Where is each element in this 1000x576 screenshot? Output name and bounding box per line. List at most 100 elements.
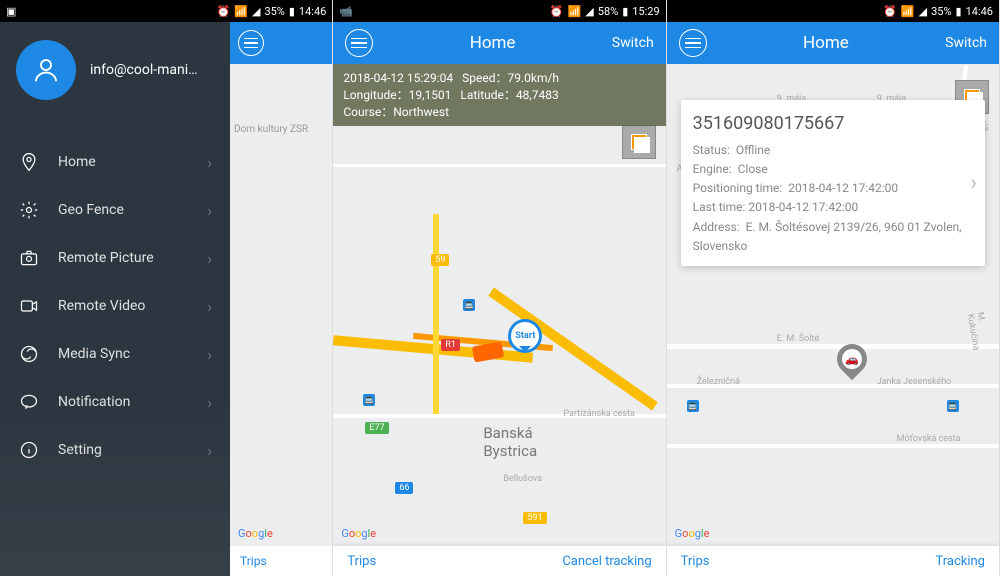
latitude-label: Latitude： xyxy=(460,88,516,102)
google-logo: Google xyxy=(675,527,710,540)
cancel-tracking-link[interactable]: Cancel tracking xyxy=(562,554,651,569)
menu-geofence[interactable]: Geo Fence › xyxy=(0,186,230,234)
car-icon: 🚗 xyxy=(842,349,862,369)
tracking-link[interactable]: Tracking xyxy=(935,554,985,569)
positioning-time-label: Positioning time: xyxy=(693,181,783,195)
page-title: Home xyxy=(470,33,516,53)
menu-icon[interactable] xyxy=(345,29,373,57)
map-peek[interactable]: Dom kultury ZSR Google xyxy=(230,64,332,546)
device-info-card[interactable]: 351609080175667 Status: Offline Engine: … xyxy=(681,100,985,266)
poi-label: Dom kultury ZSR xyxy=(234,124,308,135)
layers-button[interactable] xyxy=(622,125,656,159)
chevron-right-icon: › xyxy=(207,201,212,220)
street-label: Železničná xyxy=(697,377,740,387)
drawer-header[interactable]: info@cool-mani… xyxy=(0,22,230,118)
trips-link[interactable]: Trips xyxy=(347,554,376,569)
google-logo: Google xyxy=(341,527,376,540)
street-label: E. M. Šolté xyxy=(777,334,820,344)
app-header: Home Switch xyxy=(667,22,999,64)
menu-home[interactable]: Home › xyxy=(0,138,230,186)
latitude-value: 48,7483 xyxy=(516,88,559,102)
chevron-right-icon: › xyxy=(970,165,977,200)
timestamp: 2018-04-12 15:29:04 xyxy=(343,71,453,85)
longitude-label: Longitude： xyxy=(343,88,408,102)
image-icon: ▣ xyxy=(6,5,16,18)
trips-link[interactable]: Trips xyxy=(681,554,710,569)
switch-button[interactable]: Switch xyxy=(612,35,654,51)
alarm-icon: ⏰ xyxy=(883,5,897,18)
last-time-value: 2018-04-12 17:42:00 xyxy=(748,200,858,214)
avatar xyxy=(16,40,76,100)
route-badge: 591 xyxy=(523,512,546,524)
user-email: info@cool-mani… xyxy=(90,62,198,78)
status-value: Offline xyxy=(736,143,770,157)
bus-stop-icon: 🚍 xyxy=(947,400,959,412)
chevron-right-icon: › xyxy=(207,297,212,316)
clock: 15:29 xyxy=(632,5,659,18)
menu-label: Geo Fence xyxy=(58,202,207,218)
bus-stop-icon: 🚍 xyxy=(687,400,699,412)
device-id: 351609080175667 xyxy=(693,110,973,139)
menu-label: Remote Picture xyxy=(58,250,207,266)
clock: 14:46 xyxy=(299,5,326,18)
wifi-icon: 📶 xyxy=(901,5,915,18)
alarm-icon: ⏰ xyxy=(550,5,564,18)
page-title: Home xyxy=(803,33,849,53)
battery-icon: ▮ xyxy=(289,5,295,18)
speed-label: Speed： xyxy=(462,71,507,85)
wifi-icon: 📶 xyxy=(234,5,248,18)
route-badge: 66 xyxy=(395,482,413,494)
status-bar: ▣ ⏰ 📶 ◢ 35% ▮ 14:46 xyxy=(0,0,332,22)
wifi-icon: 📶 xyxy=(568,5,582,18)
menu-remote-video[interactable]: Remote Video › xyxy=(0,282,230,330)
menu-remote-picture[interactable]: Remote Picture › xyxy=(0,234,230,282)
signal-icon: ◢ xyxy=(252,5,260,18)
battery-percent: 58% xyxy=(598,5,618,18)
camera-icon: 📹 xyxy=(339,5,353,18)
engine-label: Engine: xyxy=(693,162,732,176)
route-badge: R1 xyxy=(441,339,460,351)
longitude-value: 19,1501 xyxy=(409,88,452,102)
layers-icon xyxy=(631,134,647,150)
street-label: M. Kukučína xyxy=(964,311,991,356)
engine-value: Close xyxy=(738,162,768,176)
menu-icon[interactable] xyxy=(238,30,264,56)
battery-percent: 35% xyxy=(931,5,951,18)
gear-icon xyxy=(18,199,40,221)
clock: 14:46 xyxy=(966,5,993,18)
bus-stop-icon: 🚍 xyxy=(363,394,375,406)
bus-stop-icon: 🚍 xyxy=(463,299,475,311)
trips-link[interactable]: Trips xyxy=(230,546,332,576)
street-label: Partizánska cesta xyxy=(563,409,635,419)
chevron-right-icon: › xyxy=(207,153,212,172)
city-label: Banská Bystrica xyxy=(483,424,537,460)
peek-header xyxy=(230,22,332,64)
battery-icon: ▮ xyxy=(956,5,962,18)
menu-label: Remote Video xyxy=(58,298,207,314)
nav-drawer: info@cool-mani… Home › Geo Fence › Remot… xyxy=(0,22,230,576)
last-time-label: Last time: xyxy=(693,200,746,214)
course-value: Northwest xyxy=(393,105,449,119)
menu-label: Media Sync xyxy=(58,346,207,362)
chevron-right-icon: › xyxy=(207,345,212,364)
menu-icon[interactable] xyxy=(679,29,707,57)
battery-icon: ▮ xyxy=(622,5,628,18)
bottom-bar: Trips Cancel tracking xyxy=(333,546,665,576)
sync-icon xyxy=(18,343,40,365)
bottom-bar: Trips Tracking xyxy=(667,546,999,576)
street-label: Môťovská cesta xyxy=(897,434,961,444)
street-label: Janka Jesenského xyxy=(877,377,952,387)
status-label: Status: xyxy=(693,143,730,157)
map[interactable]: 59 R1 E77 66 591 Banská Bystrica Partizá… xyxy=(333,64,665,546)
battery-percent: 35% xyxy=(264,5,284,18)
chevron-right-icon: › xyxy=(207,249,212,268)
signal-icon: ◢ xyxy=(919,5,927,18)
screen-drawer: ▣ ⏰ 📶 ◢ 35% ▮ 14:46 Dom kultury ZSR Goog… xyxy=(0,0,333,576)
menu-media-sync[interactable]: Media Sync › xyxy=(0,330,230,378)
video-icon xyxy=(18,295,40,317)
course-label: Course： xyxy=(343,105,393,119)
pin-icon xyxy=(18,151,40,173)
switch-button[interactable]: Switch xyxy=(945,35,987,51)
speed-value: 79.0km/h xyxy=(507,71,559,85)
app-header: Home Switch xyxy=(333,22,665,64)
